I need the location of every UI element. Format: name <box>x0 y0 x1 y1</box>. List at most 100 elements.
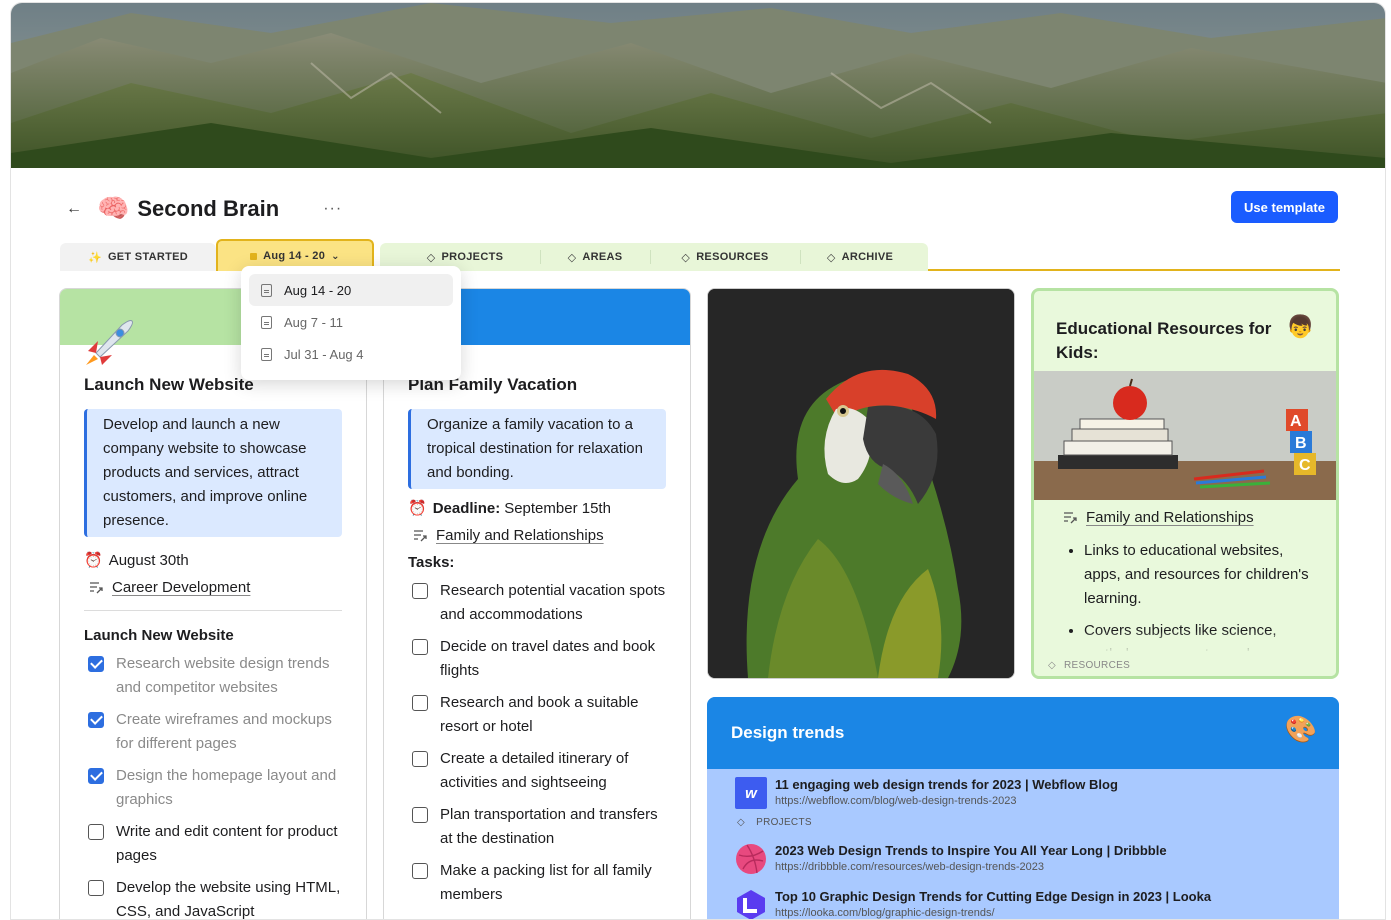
checkbox[interactable] <box>412 751 428 767</box>
card-header: Design trends 🎨 <box>707 697 1339 769</box>
parrot-image <box>708 289 1014 678</box>
todo-item[interactable]: Research and book a suitable resort or h… <box>408 691 666 739</box>
todo-label: Create a detailed itinerary of activitie… <box>440 750 629 791</box>
svg-text:B: B <box>1295 435 1307 452</box>
dropdown-item-aug-7-11[interactable]: Aug 7 - 11 <box>249 306 453 338</box>
todo-item[interactable]: Create a detailed itinerary of activitie… <box>408 747 666 795</box>
use-template-button[interactable]: Use template <box>1231 191 1338 223</box>
palette-icon: 🎨 <box>1284 715 1317 745</box>
relation-icon <box>90 581 103 593</box>
tab-resources[interactable]: ◇ RESOURCES <box>650 243 800 271</box>
checklist: Research website design trends and compe… <box>84 652 342 920</box>
due-date: August 30th <box>108 551 189 569</box>
checkbox[interactable] <box>412 639 428 655</box>
dropdown-item-jul-31-aug-4[interactable]: Jul 31 - Aug 4 <box>249 338 453 370</box>
bookmark-text: Top 10 Graphic Design Trends for Cutting… <box>775 889 1211 919</box>
design-trends-card[interactable]: Design trends 🎨 w 11 engaging web design… <box>707 697 1339 919</box>
todo-item[interactable]: Create wireframes and mockups for differ… <box>84 708 342 756</box>
area-link-family-relationships[interactable]: Family and Relationships <box>1086 509 1254 526</box>
checkbox-checked[interactable] <box>88 768 104 784</box>
checkbox[interactable] <box>412 863 428 879</box>
checkbox[interactable] <box>412 807 428 823</box>
checkbox[interactable] <box>88 880 104 896</box>
diamond-icon: ◇ <box>826 250 836 264</box>
todo-item[interactable]: Research potential vacation spots and ac… <box>408 579 666 627</box>
bookmark-title: Top 10 Graphic Design Trends for Cutting… <box>775 889 1212 904</box>
project-card-family-vacation[interactable]: Plan Family Vacation Organize a family v… <box>383 288 691 919</box>
checkbox-checked[interactable] <box>88 656 104 672</box>
tag-label: RESOURCES <box>1064 660 1131 671</box>
week-dot-icon <box>250 252 258 260</box>
project-card-launch-website[interactable]: Launch New Website Develop and launch a … <box>59 288 367 920</box>
tab-label: ARCHIVE <box>841 251 894 263</box>
page-icon <box>261 315 272 329</box>
area-link-row: Family and Relationships <box>412 527 666 544</box>
bookmark-text: 11 engaging web design trends for 2023 |… <box>775 777 1118 807</box>
checklist: Research potential vacation spots and ac… <box>408 579 666 907</box>
todo-item[interactable]: Write and edit content for product pages <box>84 820 342 868</box>
tab-label: PROJECTS <box>441 251 504 263</box>
todo-label: Create wireframes and mockups for differ… <box>116 711 332 752</box>
tag-label: PROJECTS <box>756 817 812 828</box>
tab-label: Aug 14 - 20 <box>263 250 326 262</box>
checkbox[interactable] <box>88 824 104 840</box>
sparkles-icon: ✨ <box>87 250 102 264</box>
todo-label: Develop the website using HTML, CSS, and… <box>116 879 341 920</box>
todo-item[interactable]: Decide on travel dates and book flights <box>408 635 666 683</box>
todo-label: Decide on travel dates and book flights <box>440 638 656 679</box>
dropdown-item-aug-14-20[interactable]: Aug 14 - 20 <box>249 274 453 306</box>
todo-label: Write and edit content for product pages <box>116 823 338 864</box>
week-dropdown-menu: Aug 14 - 20 Aug 7 - 11 Jul 31 - Aug 4 <box>241 266 461 380</box>
diamond-icon: ◇ <box>737 817 745 828</box>
more-options-button[interactable]: ··· <box>323 200 342 218</box>
todo-item[interactable]: Plan transportation and transfers at the… <box>408 803 666 851</box>
page-icon <box>261 347 272 361</box>
looka-icon <box>735 889 767 919</box>
page-title: Second Brain <box>137 196 280 221</box>
tab-get-started[interactable]: ✨ GET STARTED <box>60 243 216 271</box>
todo-label: Research potential vacation spots and ac… <box>440 582 666 623</box>
tab-archive[interactable]: ◇ ARCHIVE <box>800 243 920 271</box>
dribbble-icon <box>735 843 767 875</box>
card-body: Launch New Website Develop and launch a … <box>84 375 342 920</box>
bookmark-item[interactable]: w 11 engaging web design trends for 2023… <box>735 777 1118 813</box>
diamond-icon: ◇ <box>681 250 691 264</box>
card-title: Educational Resources for Kids: <box>1056 319 1272 362</box>
area-link-row: Career Development <box>88 579 342 596</box>
dropdown-item-label: Aug 14 - 20 <box>284 282 352 298</box>
due-date-row: ⏰ August 30th <box>84 551 342 569</box>
parrot-image-card[interactable] <box>707 288 1015 679</box>
tab-label: GET STARTED <box>107 251 189 263</box>
bookmark-text: 2023 Web Design Trends to Inspire You Al… <box>775 843 1167 873</box>
todo-item[interactable]: Design the homepage layout and graphics <box>84 764 342 812</box>
overflow-fade <box>1034 631 1336 653</box>
svg-text:A: A <box>1290 413 1302 430</box>
todo-item[interactable]: Develop the website using HTML, CSS, and… <box>84 876 342 920</box>
divider <box>84 610 342 611</box>
tab-areas[interactable]: ◇ AREAS <box>540 243 650 271</box>
checkbox[interactable] <box>412 695 428 711</box>
tab-label: AREAS <box>582 251 623 263</box>
todo-item[interactable]: Make a packing list for all family membe… <box>408 859 666 907</box>
bookmark-item[interactable]: Top 10 Graphic Design Trends for Cutting… <box>735 889 1211 919</box>
checkbox-checked[interactable] <box>88 712 104 728</box>
resource-card-educational[interactable]: Educational Resources for Kids: 👦 A B C … <box>1031 288 1339 679</box>
description-callout: Organize a family vacation to a tropical… <box>408 409 666 489</box>
bookmark-title: 2023 Web Design Trends to Inspire You Al… <box>775 843 1167 858</box>
bullet-item: Links to educational websites, apps, and… <box>1084 539 1314 611</box>
todo-item[interactable]: Research website design trends and compe… <box>84 652 342 700</box>
page-header: ← 🧠 Second Brain ··· <box>61 191 342 227</box>
dropdown-item-label: Jul 31 - Aug 4 <box>284 346 364 362</box>
webflow-icon: w <box>735 777 767 809</box>
checkbox[interactable] <box>412 583 428 599</box>
page-icon <box>261 283 272 297</box>
diamond-icon: ◇ <box>1048 660 1056 671</box>
card-body: Plan Family Vacation Organize a family v… <box>408 375 666 907</box>
bookmark-item[interactable]: 2023 Web Design Trends to Inspire You Al… <box>735 843 1167 879</box>
area-link-career-development[interactable]: Career Development <box>112 579 250 596</box>
todo-label: Make a packing list for all family membe… <box>440 862 652 903</box>
back-button[interactable]: ← <box>61 196 87 222</box>
books-apple-image: A B C <box>1034 371 1336 500</box>
area-link-family-relationships[interactable]: Family and Relationships <box>436 527 604 544</box>
card-title: Design trends <box>731 723 845 742</box>
